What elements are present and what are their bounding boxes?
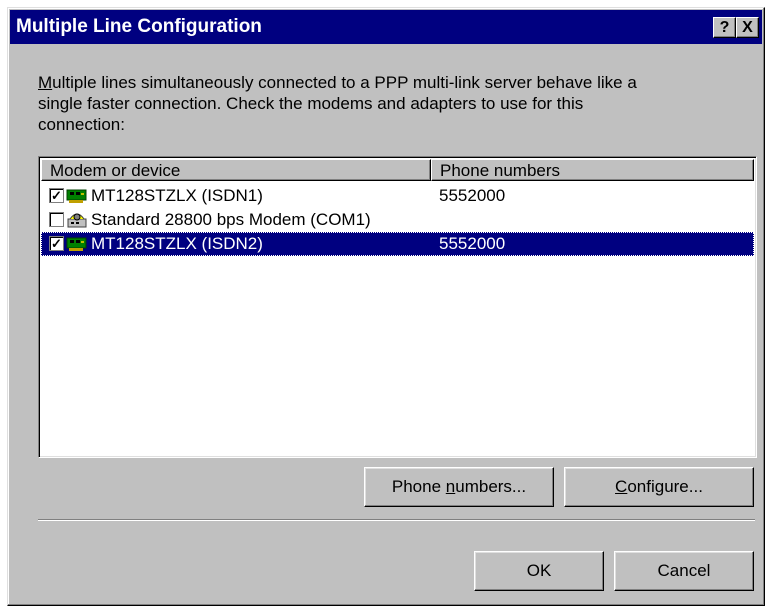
dialog-title: Multiple Line Configuration [16, 16, 262, 37]
description-text: Multiple lines simultaneously connected … [38, 72, 738, 135]
description-line-2: single faster connection. Check the mode… [38, 94, 584, 113]
device-list[interactable]: Modem or device Phone numbers ✓ MT128STZ… [38, 156, 757, 458]
multiple-line-configuration-dialog: Multiple Line Configuration ? X Multiple… [7, 7, 765, 606]
cancel-button[interactable]: Cancel [614, 551, 754, 591]
column-header-phone[interactable]: Phone numbers [431, 159, 754, 181]
configure-button[interactable]: Configure... [564, 467, 754, 507]
device-phone: 5552000 [439, 234, 506, 253]
description-line-1: Multiple lines simultaneously connected … [38, 72, 738, 93]
device-phone: 5552000 [439, 186, 506, 205]
device-checkbox[interactable]: ✓ [49, 236, 64, 251]
device-name: MT128STZLX (ISDN1) [91, 186, 263, 205]
column-header-modem[interactable]: Modem or device [41, 159, 431, 181]
device-checkbox[interactable] [49, 212, 64, 227]
list-item[interactable]: Standard 28800 bps Modem (COM1) [41, 208, 754, 232]
list-header: Modem or device Phone numbers [41, 159, 754, 183]
modem-icon [67, 213, 87, 228]
phone-numbers-accelerator: n [445, 477, 456, 496]
configure-accelerator: C [615, 477, 628, 496]
configure-label-post: onfigure... [627, 477, 703, 496]
help-button[interactable]: ? [713, 17, 736, 38]
isdn-adapter-icon [66, 237, 87, 251]
ok-button[interactable]: OK [474, 551, 604, 591]
device-checkbox[interactable]: ✓ [49, 188, 64, 203]
device-name: MT128STZLX (ISDN2) [91, 234, 263, 253]
description-line-3: connection: [38, 115, 125, 134]
phone-numbers-button[interactable]: Phone numbers... [364, 467, 554, 507]
description-line-1-rest: ultiple lines simultaneously connected t… [52, 73, 637, 92]
separator [38, 519, 755, 521]
list-item[interactable]: ✓ MT128STZLX (ISDN1) 5552000 [41, 184, 754, 208]
device-name: Standard 28800 bps Modem (COM1) [91, 210, 371, 229]
description-accelerator: M [38, 73, 53, 92]
phone-numbers-label-pre: Phone [391, 477, 446, 496]
title-bar[interactable]: Multiple Line Configuration ? X [10, 10, 762, 44]
phone-numbers-label-post: umbers... [455, 477, 527, 496]
isdn-adapter-icon [66, 189, 87, 203]
list-item[interactable]: ✓ MT128STZLX (ISDN2) 5552000 [41, 232, 754, 256]
close-button[interactable]: X [736, 17, 759, 38]
